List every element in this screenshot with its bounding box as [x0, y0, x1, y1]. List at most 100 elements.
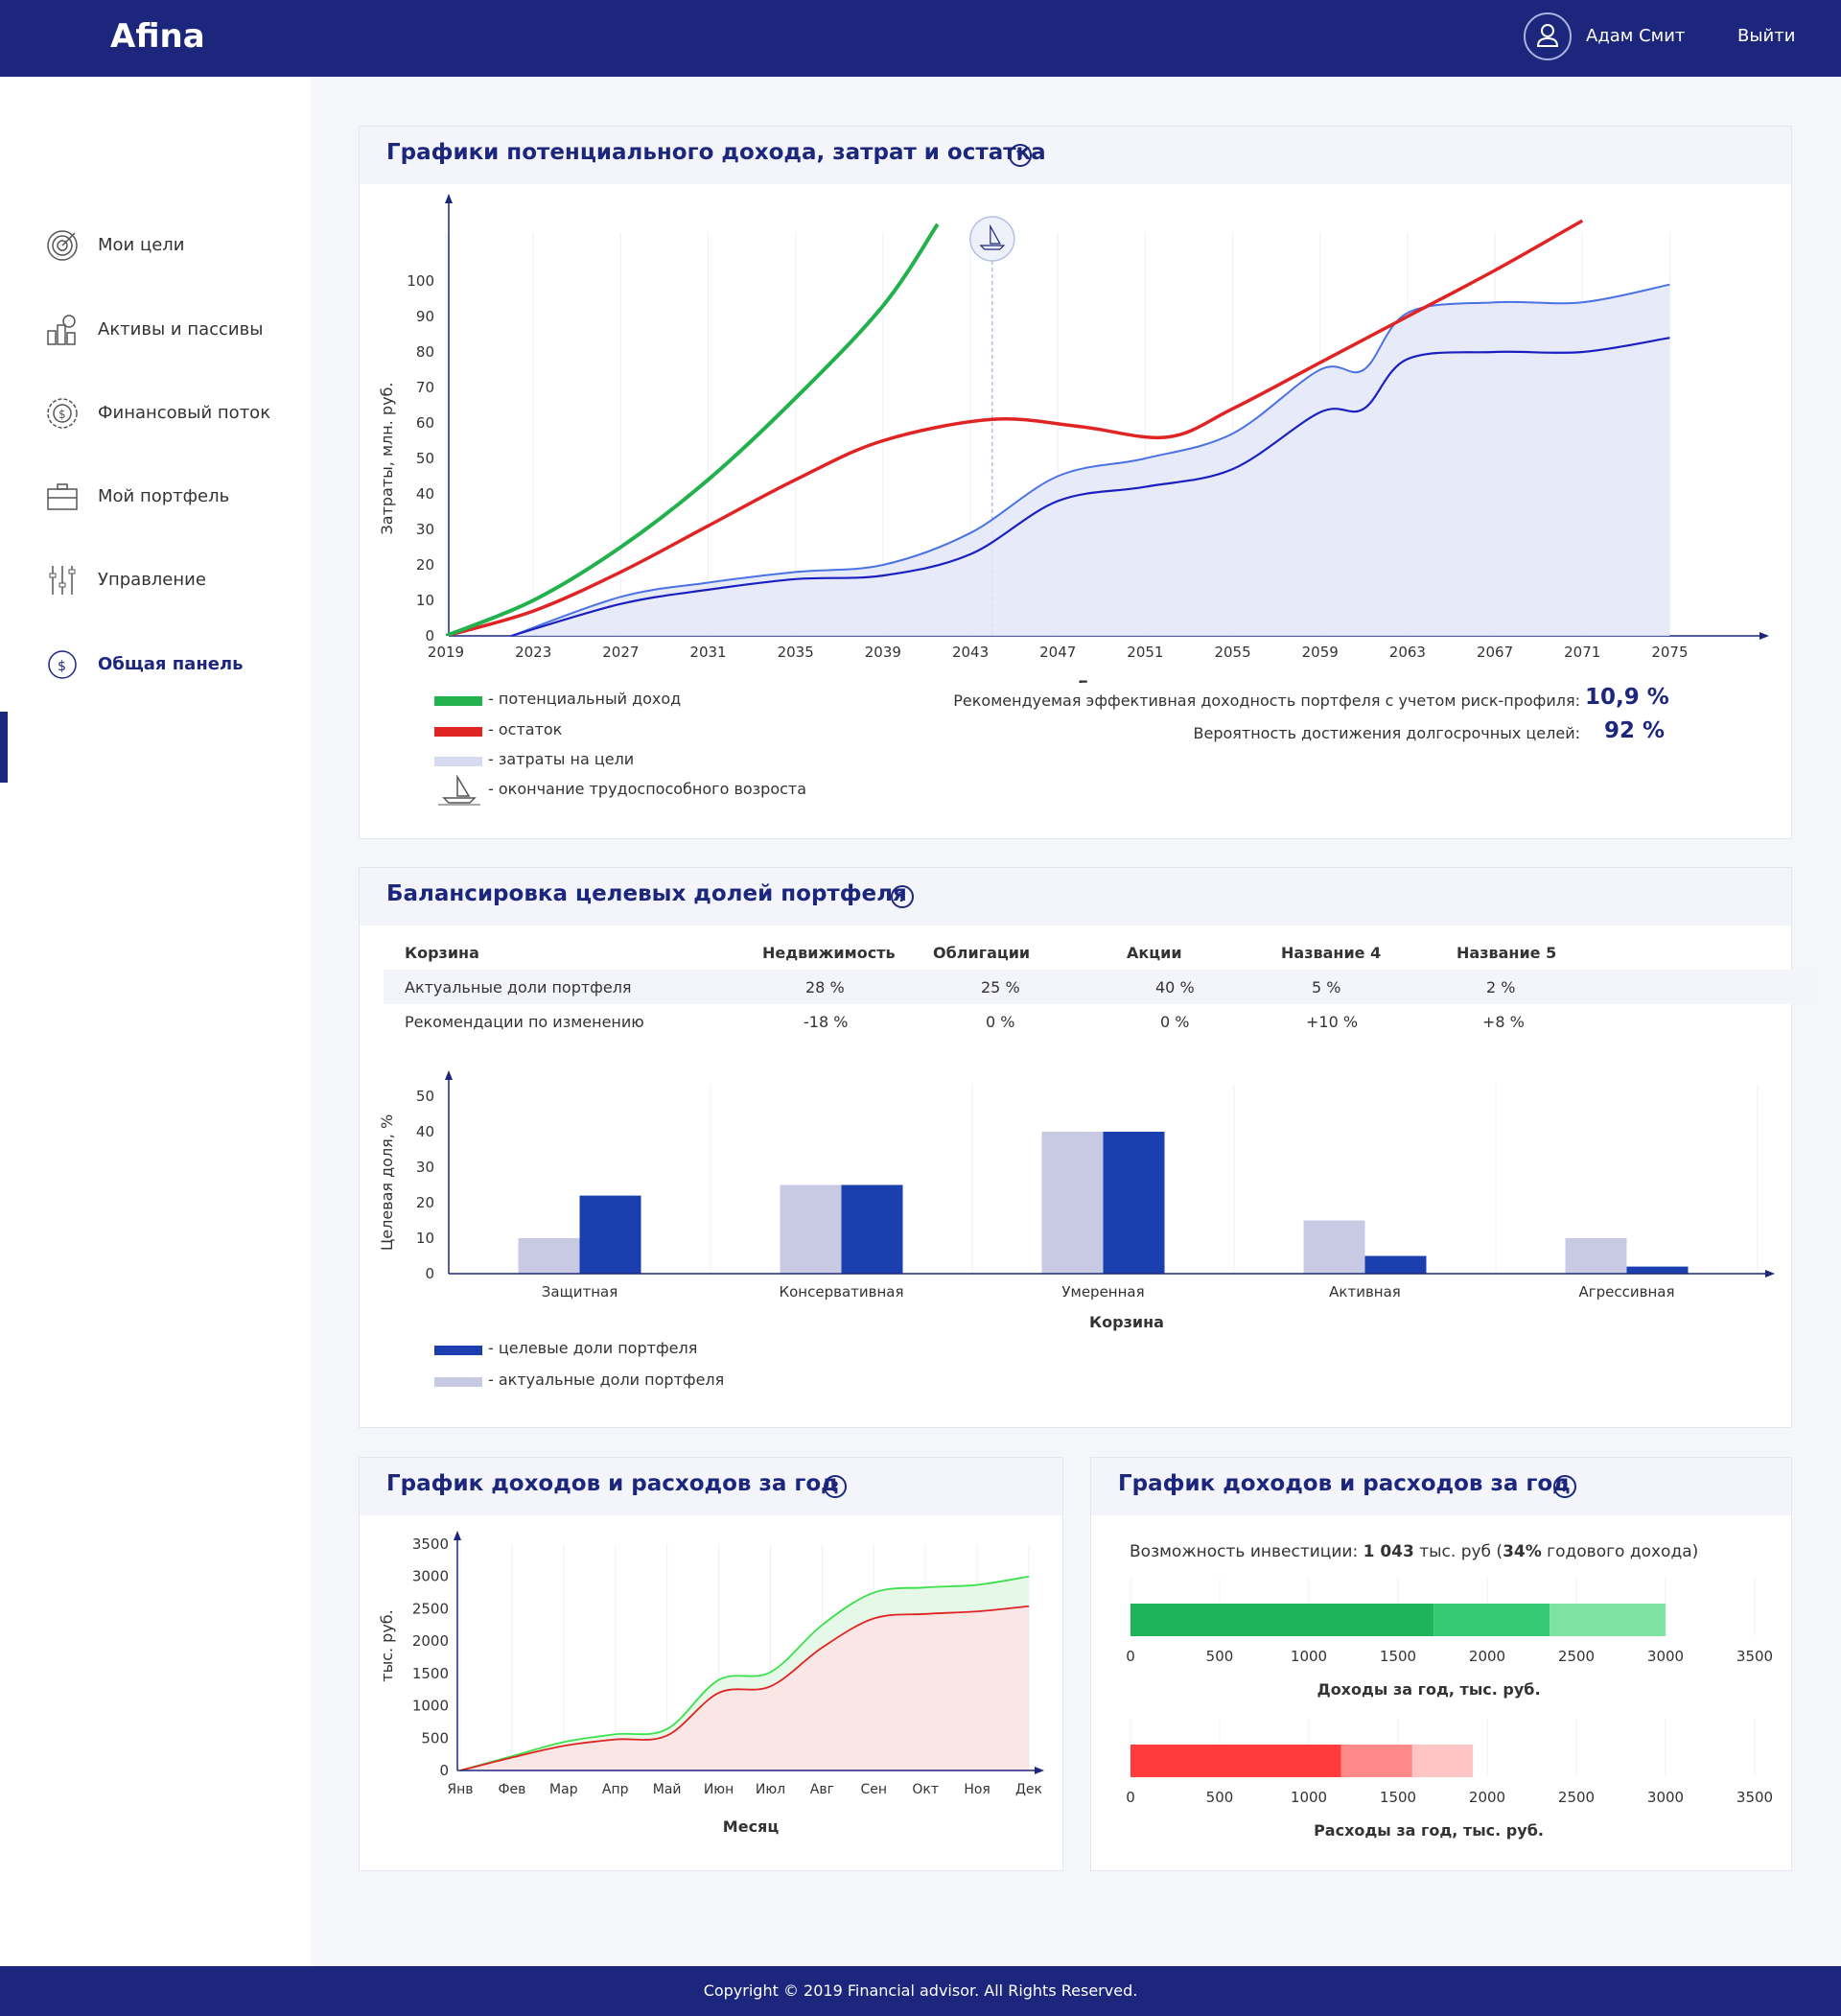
- sidebar-item-label: Управление: [98, 570, 206, 590]
- investment-percent: 34%: [1503, 1542, 1542, 1561]
- y-tick-label: 80: [416, 343, 434, 361]
- x-tick-label: Июл: [756, 1782, 785, 1797]
- x-axis-title: Доходы за год, тыс. руб.: [1317, 1680, 1540, 1699]
- x-tick-label: 2035: [778, 644, 814, 661]
- help-icon[interactable]: ?: [1552, 1474, 1577, 1499]
- stat-value-yield: 10,9 %: [1585, 685, 1669, 710]
- card-title: Графики потенциального дохода, затрат и …: [386, 140, 1046, 165]
- x-tick-label: Фев: [498, 1782, 525, 1797]
- help-icon[interactable]: ?: [1008, 143, 1033, 168]
- logo[interactable]: Afina: [110, 17, 205, 56]
- footer: Copyright © 2019 Financial advisor. All …: [0, 1966, 1841, 2016]
- y-tick-label: 60: [416, 414, 434, 432]
- legend-swatch-expenses: [434, 757, 482, 766]
- top-bar: Afina Адам Смит Выйти: [0, 0, 1841, 77]
- allocation-bar-chart: 0 10 20 30 40 50 Защитная Консервативная Умеренн…: [378, 1070, 1775, 1331]
- user-avatar-icon[interactable]: [1524, 12, 1572, 60]
- table-cell: 0 %: [1160, 1013, 1190, 1031]
- x-tick-label: 2051: [1127, 644, 1163, 661]
- y-tick-label: 0: [425, 627, 434, 645]
- x-tick-label: Активная: [1329, 1283, 1401, 1301]
- y-tick-label: 1000: [412, 1698, 449, 1715]
- monthly-chart-card: График доходов и расходов за год ? Янв Фе…: [359, 1457, 1063, 1871]
- legend-label: - остаток: [488, 720, 563, 738]
- x-tick-label: Авг: [810, 1782, 834, 1797]
- sidebar-item-label: Общая панель: [98, 654, 244, 674]
- x-tick-label: 500: [1206, 1789, 1234, 1806]
- table-row: Актуальные доли портфеля 28 % 25 % 40 % …: [384, 970, 1814, 1004]
- table-header-cell: Акции: [1127, 944, 1182, 962]
- sailboat-icon: [438, 775, 480, 806]
- x-tick-label: 2500: [1558, 1648, 1595, 1665]
- x-tick-label: 0: [1126, 1648, 1135, 1665]
- x-axis-title: Год: [1078, 677, 1110, 683]
- x-tick-label: 500: [1206, 1648, 1234, 1665]
- portfolio-balance-card: Балансировка целевых долей портфеля ? Ко…: [359, 867, 1814, 1428]
- target-icon: [46, 229, 79, 266]
- bar-target: [1626, 1266, 1689, 1274]
- bar-segment: [1550, 1604, 1666, 1636]
- table-header-cell: Недвижимость: [762, 944, 896, 962]
- table-cell: -18 %: [804, 1013, 849, 1031]
- sidebar-item-portfolio[interactable]: Мой портфель: [0, 473, 311, 521]
- sidebar-item-assets[interactable]: Активы и пассивы: [0, 306, 311, 354]
- bar-target: [1364, 1255, 1427, 1274]
- x-axis-arrow: [1765, 1270, 1775, 1278]
- x-tick-label: Ноя: [964, 1782, 990, 1797]
- table-header-cell: Корзина: [405, 944, 479, 962]
- card-header: График доходов и расходов за год ?: [360, 1458, 1062, 1515]
- y-tick-label: 30: [416, 521, 434, 538]
- x-tick-label: Янв: [447, 1782, 473, 1797]
- bar-target: [1103, 1132, 1165, 1274]
- y-tick-label: 3000: [412, 1568, 449, 1585]
- x-axis-title: Расходы за год, тыс. руб.: [1314, 1821, 1544, 1840]
- x-tick-label: Консервативная: [779, 1283, 903, 1301]
- y-axis-arrow: [445, 1070, 453, 1080]
- x-tick-label: 2019: [428, 644, 464, 661]
- x-tick-label: 3000: [1647, 1789, 1684, 1806]
- user-name[interactable]: Адам Смит: [1586, 26, 1685, 46]
- x-tick-label: 2059: [1302, 644, 1339, 661]
- investment-note-prefix: Возможность инвестиции:: [1130, 1542, 1363, 1561]
- table-cell: 0 %: [986, 1013, 1015, 1031]
- y-tick-label: 90: [416, 308, 434, 325]
- x-tick-label: Окт: [912, 1782, 939, 1797]
- table-cell: +10 %: [1306, 1013, 1359, 1031]
- expenses-area: [511, 284, 1670, 636]
- bar-segment: [1433, 1604, 1550, 1636]
- x-tick-label: 2055: [1214, 644, 1250, 661]
- x-tick-label: 2023: [515, 644, 551, 661]
- x-tick-label: 1500: [1380, 1789, 1416, 1806]
- help-icon[interactable]: ?: [890, 884, 915, 909]
- x-axis-title: Корзина: [1089, 1313, 1164, 1331]
- x-tick-label: 2000: [1469, 1789, 1505, 1806]
- help-icon[interactable]: ?: [823, 1474, 848, 1499]
- x-tick-label: 1500: [1380, 1648, 1416, 1665]
- logout-link[interactable]: Выйти: [1737, 26, 1795, 46]
- bar-segment: [1130, 1745, 1341, 1777]
- y-tick-label: 50: [416, 1088, 434, 1105]
- table-cell: Рекомендации по изменению: [405, 1013, 644, 1031]
- sidebar-item-management[interactable]: Управление: [0, 556, 311, 604]
- card-title: Балансировка целевых долей портфеля: [386, 881, 907, 906]
- sidebar-item-cashflow[interactable]: $ Финансовый поток: [0, 389, 311, 437]
- x-tick-label: Защитная: [542, 1283, 618, 1301]
- table-header-cell: Облигации: [933, 944, 1031, 962]
- x-tick-label: 0: [1126, 1789, 1135, 1806]
- income-forecast-card: Графики потенциального дохода, затрат и …: [359, 126, 1792, 839]
- sidebar-item-label: Активы и пассивы: [98, 319, 264, 340]
- bar-actual: [518, 1238, 580, 1274]
- legend-label: - актуальные доли портфеля: [488, 1371, 725, 1389]
- x-tick-label: Сен: [860, 1782, 887, 1797]
- y-tick-label: 40: [416, 485, 434, 503]
- legend-label: - затраты на цели: [488, 750, 635, 768]
- bar-target: [841, 1184, 903, 1274]
- legend-swatch-remainder: [434, 727, 482, 737]
- sidebar-item-dashboard[interactable]: $ Общая панель: [0, 641, 311, 689]
- x-tick-label: 2075: [1651, 644, 1688, 661]
- y-tick-label: 100: [407, 272, 434, 290]
- allocation-table: Корзина Недвижимость Облигации Акции Наз…: [384, 935, 1814, 1039]
- sidebar-item-goals[interactable]: Мои цели: [0, 222, 311, 270]
- x-tick-label: Май: [653, 1782, 682, 1797]
- sidebar-item-label: Финансовый поток: [98, 403, 271, 423]
